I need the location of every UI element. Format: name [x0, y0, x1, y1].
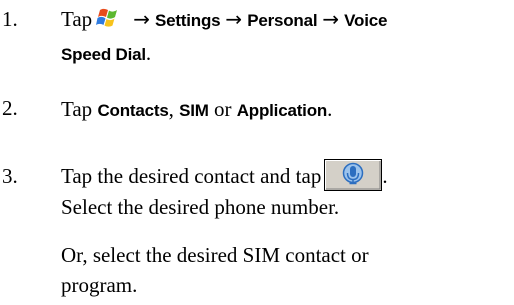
voice-label: Voice: [344, 11, 388, 30]
step-3-line-2: Select the desired phone number.: [61, 195, 340, 219]
contacts-label: Contacts: [97, 101, 169, 120]
speed-dial-label: Speed Dial: [61, 45, 146, 64]
step-2-line: Tap Contacts, SIM or Application.: [61, 92, 332, 128]
step-2-number: 2.: [2, 96, 18, 120]
step-2-period: .: [327, 97, 333, 121]
application-label: Application: [236, 101, 328, 120]
step-2-comma: ,: [168, 97, 174, 121]
step-3-line-3: Or, select the desired SIM contact or: [61, 243, 369, 267]
arrow-3: →: [322, 7, 340, 31]
settings-label: Settings: [154, 11, 221, 30]
step-3-line-1: Tap the desired contact and tap .: [61, 159, 388, 193]
step-3-line-4: program.: [61, 273, 138, 297]
arrow-1: →: [133, 7, 150, 31]
arrow-2: →: [225, 7, 243, 31]
step-1-line-2: Speed Dial.: [61, 36, 151, 72]
step-1-number: 1.: [2, 7, 18, 31]
step-2-tap-word: Tap: [61, 97, 93, 121]
microphone-button-icon: [324, 159, 383, 191]
or-word: or: [213, 97, 232, 121]
step-3-period: .: [382, 164, 388, 188]
sim-label: SIM: [179, 101, 209, 120]
step-3-text-a: Tap the desired contact and tap: [61, 164, 322, 188]
windows-start-icon: [96, 8, 118, 27]
step-1-period: .: [145, 41, 152, 65]
step-1-line-1: Tap → Settings → Personal → Voice: [61, 2, 387, 38]
step-3-number: 3.: [2, 164, 18, 188]
step-1-tap-word: Tap: [61, 7, 93, 31]
personal-label: Personal: [247, 11, 318, 30]
